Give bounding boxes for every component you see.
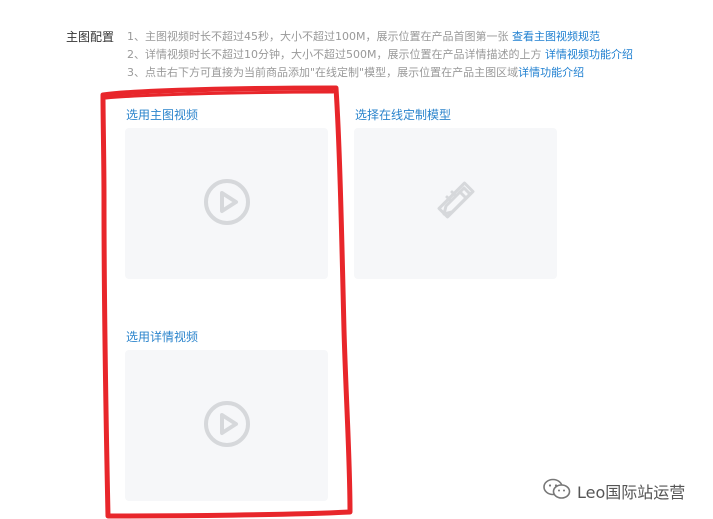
detail-feature-intro-link[interactable]: 详情功能介绍	[518, 66, 584, 79]
watermark: Leo国际站运营	[543, 478, 685, 504]
instruction-line-2: 2、详情视频时长不超过10分钟，大小不超过500M，展示位置在产品详情描述的上方…	[127, 46, 633, 64]
watermark-text: Leo国际站运营	[577, 483, 686, 502]
wechat-icon	[543, 478, 571, 504]
instruction-line-3: 3、点击右下方可直接为当前商品添加"在线定制"模型，展示位置在产品主图区域详情功…	[127, 64, 633, 82]
select-detail-video-link[interactable]: 选用详情视频	[126, 328, 198, 345]
play-circle-icon	[202, 177, 252, 231]
instructions: 1、主图视频时长不超过45秒，大小不超过100M，展示位置在产品首图第一张 查看…	[127, 28, 633, 82]
detail-video-intro-link[interactable]: 详情视频功能介绍	[545, 48, 633, 61]
select-main-video-link[interactable]: 选用主图视频	[126, 106, 198, 123]
custom-model-upload-box[interactable]	[354, 128, 557, 279]
section-label: 主图配置	[66, 30, 115, 44]
instruction-text-3: 3、点击右下方可直接为当前商品添加"在线定制"模型，展示位置在产品主图区域	[127, 66, 519, 79]
main-video-upload-box[interactable]	[125, 128, 328, 279]
instruction-text-2: 2、详情视频时长不超过10分钟，大小不超过500M，展示位置在产品详情描述的上方	[127, 48, 545, 61]
instruction-text-1: 1、主图视频时长不超过45秒，大小不超过100M，展示位置在产品首图第一张	[127, 30, 512, 43]
play-circle-icon	[202, 399, 252, 453]
detail-video-upload-box[interactable]	[125, 350, 328, 501]
main-video-spec-link[interactable]: 查看主图视频规范	[512, 30, 600, 43]
select-custom-model-link[interactable]: 选择在线定制模型	[355, 106, 451, 123]
pencil-ruler-icon	[434, 180, 478, 228]
instruction-line-1: 1、主图视频时长不超过45秒，大小不超过100M，展示位置在产品首图第一张 查看…	[127, 28, 633, 46]
